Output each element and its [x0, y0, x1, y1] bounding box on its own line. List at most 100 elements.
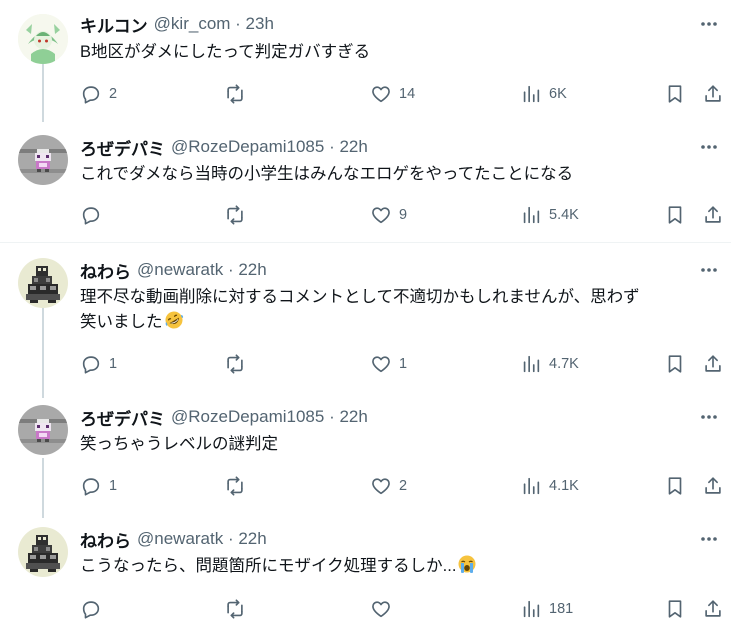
like-button[interactable]: 14 [370, 82, 415, 106]
action-bar: 1 1 4.7K [80, 352, 721, 376]
repost-button[interactable] [224, 82, 246, 106]
avatar[interactable] [18, 527, 68, 577]
like-button[interactable]: 1 [370, 352, 407, 376]
action-bar: 9 5.4K [80, 203, 721, 227]
heart-icon [372, 356, 390, 373]
tweet[interactable]: ねわら @newaratk · 22h 理不尽な動画削除に対するコメントとして不… [0, 258, 731, 383]
more-options-button[interactable] [697, 260, 721, 280]
heart-icon [372, 601, 390, 618]
more-icon [701, 22, 717, 26]
display-name[interactable]: ねわら [80, 527, 131, 552]
like-button[interactable]: 9 [370, 203, 407, 227]
reply-count: 2 [109, 86, 118, 102]
handle-and-time[interactable]: @RozeDepami1085 · 22h [171, 137, 368, 157]
more-options-button[interactable] [697, 137, 721, 157]
repost-button[interactable] [224, 203, 246, 227]
views-button[interactable]: 6K [520, 82, 567, 106]
tweet-text-line: 笑っちゃうレベルの謎判定 [80, 435, 278, 453]
tweet[interactable]: ねわら @newaratk · 22h こうなったら、問題箇所にモザイク処理する… [0, 527, 731, 627]
reply-icon [82, 601, 100, 619]
tweet-text-line: B地区がダメにしたって判定ガバすぎる [80, 43, 371, 61]
more-options-button[interactable] [697, 14, 721, 34]
more-options-button[interactable] [697, 407, 721, 427]
views-count: 5.4K [549, 207, 579, 223]
handle-and-time[interactable]: @kir_com · 23h [154, 14, 274, 34]
like-button[interactable] [370, 597, 399, 621]
tweet-text: 理不尽な動画削除に対するコメントとして不適切かもしれませんが、思わず 笑いました [80, 285, 640, 335]
share-button[interactable] [702, 203, 724, 227]
share-button[interactable] [702, 82, 724, 106]
tweet-text-line: 笑いました [80, 310, 640, 335]
reply-button[interactable]: 1 [80, 474, 117, 498]
reply-icon [82, 356, 100, 374]
more-icon [701, 268, 717, 272]
share-button[interactable] [702, 474, 724, 498]
bookmark-button[interactable] [664, 597, 686, 621]
views-button[interactable]: 4.1K [520, 474, 579, 498]
repost-icon [227, 84, 243, 104]
repost-button[interactable] [224, 352, 246, 376]
bookmark-button[interactable] [664, 82, 686, 106]
analytics-icon [523, 206, 540, 224]
display-name[interactable]: ろぜデパミ [80, 405, 165, 430]
heart-icon [372, 478, 390, 495]
bookmark-icon [668, 600, 682, 618]
tweet-text: これでダメなら当時の小学生はみんなエロゲをやってたことになる [80, 162, 573, 187]
more-options-button[interactable] [697, 529, 721, 549]
tweet[interactable]: ろぜデパミ @RozeDepami1085 · 22h 笑っちゃうレベルの謎判定… [0, 405, 731, 505]
action-bar: 1 2 4.1K [80, 474, 721, 498]
analytics-icon [523, 477, 540, 495]
action-bar: 2 14 6K [80, 82, 721, 106]
tweet-header: ろぜデパミ @RozeDepami1085 · 22h [80, 405, 368, 429]
more-icon [701, 415, 717, 419]
tweet[interactable]: ろぜデパミ @RozeDepami1085 · 22h これでダメなら当時の小学… [0, 135, 731, 235]
analytics-icon [523, 85, 540, 103]
tweet[interactable]: キルコン @kir_com · 23h B地区がダメにしたって判定ガバすぎる 2… [0, 12, 731, 122]
tweet-text-line: 理不尽な動画削除に対するコメントとして不適切かもしれませんが、思わず [80, 288, 640, 306]
display-name[interactable]: ねわら [80, 258, 131, 283]
display-name[interactable]: キルコン [80, 12, 148, 37]
heart-icon [372, 86, 390, 103]
display-name[interactable]: ろぜデパミ [80, 135, 165, 160]
like-count: 14 [399, 86, 416, 102]
bookmark-button[interactable] [664, 203, 686, 227]
conversation-divider [0, 242, 731, 243]
avatar[interactable] [18, 135, 68, 185]
handle-and-time[interactable]: @newaratk · 22h [137, 529, 267, 549]
like-count: 1 [399, 356, 408, 372]
tweet-text-line: こうなったら、問題箇所にモザイク処理するしか... [80, 557, 457, 575]
avatar[interactable] [18, 258, 68, 308]
like-count: 2 [399, 478, 408, 494]
tweet-text: こうなったら、問題箇所にモザイク処理するしか... [80, 554, 477, 579]
views-button[interactable]: 5.4K [520, 203, 579, 227]
reply-count: 1 [109, 356, 118, 372]
tweet-text: B地区がダメにしたって判定ガバすぎる [80, 40, 370, 65]
repost-button[interactable] [224, 474, 246, 498]
share-icon [705, 85, 721, 102]
bookmark-button[interactable] [664, 352, 686, 376]
tweet-text: 笑っちゃうレベルの謎判定 [80, 432, 278, 457]
tweet-text-line: これでダメなら当時の小学生はみんなエロゲをやってたことになる [80, 165, 574, 183]
share-button[interactable] [702, 352, 724, 376]
repost-icon [227, 354, 243, 374]
views-button[interactable]: 181 [520, 597, 573, 621]
bookmark-button[interactable] [664, 474, 686, 498]
share-button[interactable] [702, 597, 724, 621]
share-icon [705, 600, 721, 617]
reply-button[interactable]: 1 [80, 352, 117, 376]
reply-icon [82, 86, 100, 104]
repost-icon [227, 205, 243, 225]
views-button[interactable]: 4.7K [520, 352, 579, 376]
bookmark-icon [668, 85, 682, 103]
handle-and-time[interactable]: @RozeDepami1085 · 22h [171, 407, 368, 427]
reply-button[interactable] [80, 203, 109, 227]
reply-button[interactable]: 2 [80, 82, 117, 106]
tweet-header: キルコン @kir_com · 23h [80, 12, 274, 36]
handle-and-time[interactable]: @newaratk · 22h [137, 260, 267, 280]
like-button[interactable]: 2 [370, 474, 407, 498]
avatar[interactable] [18, 405, 68, 455]
repost-button[interactable] [224, 597, 246, 621]
reply-button[interactable] [80, 597, 109, 621]
share-icon [705, 355, 721, 372]
avatar[interactable] [18, 14, 68, 64]
